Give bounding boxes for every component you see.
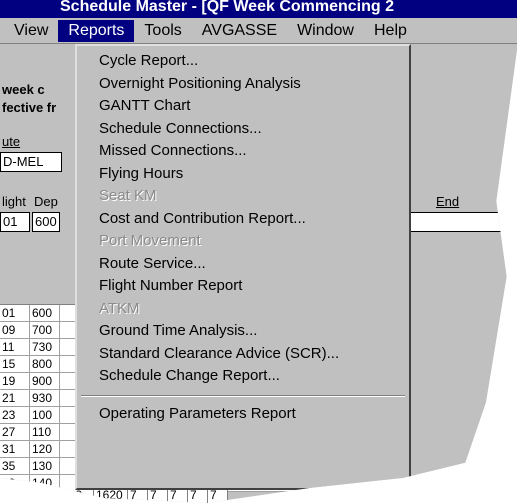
menu-item-flight-number-report[interactable]: Flight Number Report [77,275,409,298]
flight-label: light [2,194,26,209]
menu-item-schedule-connections[interactable]: Schedule Connections... [77,118,409,141]
week-heading: week c [2,82,45,97]
flight-cell[interactable]: 35 [0,458,30,474]
menu-reports[interactable]: Reports [58,19,135,42]
menu-item-port-movement: Port Movement [99,232,201,249]
menu-item-overnight-positioning[interactable]: Overnight Positioning Analysis [77,73,409,96]
menu-item-cycle-report[interactable]: Cycle Report... [77,50,409,73]
flight-cell[interactable]: 21 [0,390,30,406]
flight-cell[interactable]: 11 [0,339,30,355]
dep-cell[interactable]: 800 [30,356,60,372]
flight-cell[interactable]: 19 [0,373,30,389]
menu-view[interactable]: View [4,20,58,42]
menu-separator [81,394,405,397]
menu-item-cost-contribution[interactable]: Cost and Contribution Report... [77,208,409,231]
dep-cell[interactable]: 700 [30,322,60,338]
menu-item-missed-connections[interactable]: Missed Connections... [77,140,409,163]
route-field[interactable]: D-MEL [0,152,62,172]
dep-cell[interactable]: 140 [30,475,60,491]
menu-item-ground-time-analysis[interactable]: Ground Time Analysis... [77,320,409,343]
dep-label: Dep [34,194,58,209]
menu-item-standard-clearance-advice[interactable]: Standard Clearance Advice (SCR)... [77,343,409,366]
flight-cell[interactable]: 01 [0,305,30,321]
dep-field[interactable]: 600 [32,212,60,232]
dep-cell[interactable]: 120 [30,441,60,457]
menu-tools[interactable]: Tools [134,20,191,42]
end-label: End [436,194,460,209]
dep-cell[interactable]: 730 [30,339,60,355]
menu-item-atkm: ATKM [99,299,140,317]
flight-cell[interactable]: 23 [0,407,30,423]
end-field[interactable] [410,212,506,232]
dep-cell[interactable]: 130 [30,458,60,474]
menu-item-flying-hours[interactable]: Flying Hours [77,163,409,186]
menu-help[interactable]: Help [364,20,417,42]
dep-cell[interactable]: 900 [30,373,60,389]
menu-window[interactable]: Window [287,20,364,42]
menu-item-schedule-change-report[interactable]: Schedule Change Report... [77,365,409,388]
menu-item-operating-parameters[interactable]: Operating Parameters Report [77,403,409,426]
screenshot-area: Schedule Master - [QF Week Commencing 2 … [0,0,517,503]
menu-bar: View Reports Tools AVGASSE Window Help [0,18,517,44]
window-title: Schedule Master - [QF Week Commencing 2 [0,0,517,18]
flight-cell[interactable]: 09 [0,322,30,338]
flight-cell[interactable]: 31 [0,441,30,457]
menu-item-route-service[interactable]: Route Service... [77,253,409,276]
menu-item-gantt-chart[interactable]: GANTT Chart [77,95,409,118]
dep-cell[interactable]: 110 [30,424,60,440]
flight-cell[interactable]: 15 [0,356,30,372]
effective-heading: fective fr [2,100,57,115]
menu-item-seat-km: Seat KM [99,187,157,204]
dep-cell[interactable]: 600 [30,305,60,321]
dep-cell[interactable]: 930 [30,390,60,406]
dep-cell[interactable]: 100 [30,407,60,423]
flight-cell[interactable]: 39 [0,475,30,491]
flight-field[interactable]: 01 [0,212,30,232]
flight-cell[interactable]: 27 [0,424,30,440]
route-label: ute [2,134,21,149]
menu-avgasse[interactable]: AVGASSE [192,20,287,42]
reports-dropdown-menu: Cycle Report... Overnight Positioning An… [75,44,411,490]
